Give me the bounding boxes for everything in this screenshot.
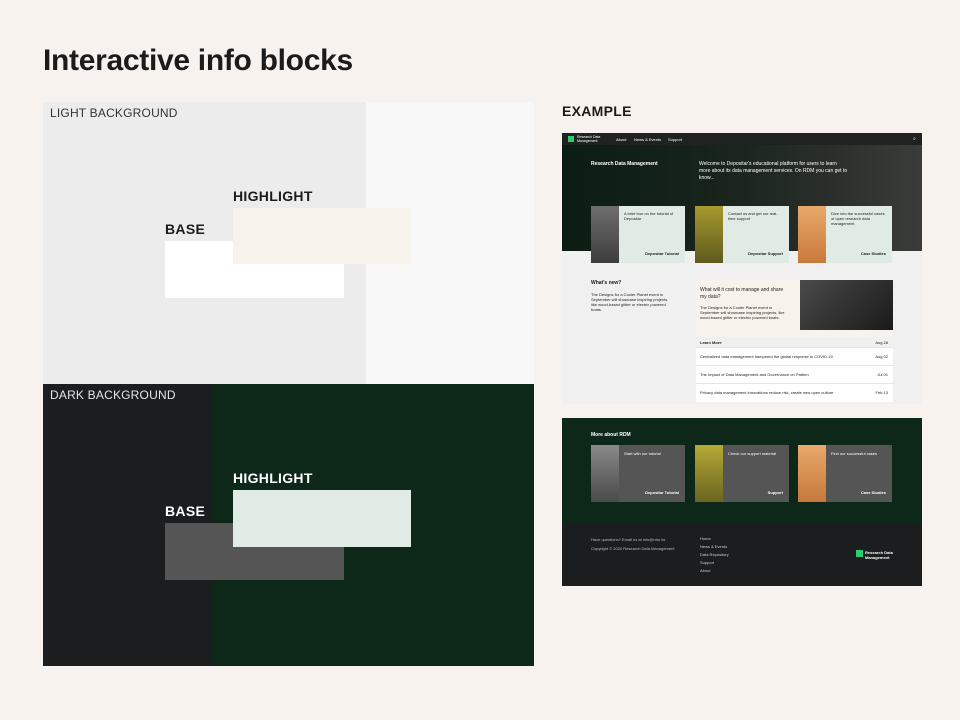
card-body: A brief tour on the tutorial of Deposita… [619,206,685,263]
news-row-date: Jul 01 [877,372,888,377]
info-card[interactable]: Dive into the successful cases of open r… [798,206,892,263]
card-link[interactable]: Support [768,490,783,495]
card-body: Dive into the successful cases of open r… [826,206,892,263]
info-card[interactable]: Contact us and get our real-time support… [695,206,789,263]
card-link[interactable]: Case Studies [861,251,886,256]
dark-base-label: BASE [165,503,206,519]
card-image [798,206,826,263]
dark-highlight-block[interactable] [233,490,411,547]
card-link[interactable]: Depositar Tutorial [645,490,679,495]
light-highlight-block[interactable] [233,208,411,264]
card-link[interactable]: Depositar Support [748,251,783,256]
brand-logo-icon [568,136,574,142]
card-body: Find our successful cases Case Studies [826,445,892,502]
search-icon[interactable]: ⌕ [913,136,916,142]
footer-link-data-repository[interactable]: Data Repository [700,552,729,557]
footer-logo-icon [856,550,863,557]
dark-highlight-label: HIGHLIGHT [233,470,313,486]
nav-item-support[interactable]: Support [668,137,682,142]
news-row-title: The Impact of Data Management and Govern… [700,372,809,377]
footer-brand: Research Data Management [865,550,893,560]
more-card[interactable]: Find our successful cases Case Studies [798,445,892,502]
hero-intro: Welcome to Depositar's educational platf… [699,161,848,181]
card-body: Start with our tutorial Depositar Tutori… [619,445,685,502]
footer-link-news-events[interactable]: News & Events [700,544,727,549]
more-card[interactable]: Check our support material Support [695,445,789,502]
nav-brand[interactable]: Research Data Management [577,135,607,143]
card-body: Check our support material Support [723,445,789,502]
footer-copyright: Copyright © 2020 Research Data Managemen… [591,546,675,551]
card-link[interactable]: Depositar Tutorial [645,251,679,256]
example-more-section-mock: More about RDM Start with our tutorial D… [562,418,922,523]
featured-image [800,280,893,330]
news-row-date: Feb 13 [875,390,888,395]
learn-more-link[interactable]: Learn More [700,340,722,345]
nav-item-news-events[interactable]: News & Events [634,137,661,142]
featured-date: Aug 28 [875,340,888,345]
featured-news-card[interactable]: What will it cost to manage and share my… [696,280,893,345]
featured-text: The Designs for a Cooler Planet event in… [700,305,785,320]
mock-nav-bar: Research Data Management About News & Ev… [562,133,922,145]
card-image [798,445,826,502]
news-row-title: Centralized data management hampered the… [700,354,833,359]
card-text: A brief tour on the tutorial of Deposita… [624,211,674,221]
card-body: Contact us and get our real-time support… [723,206,789,263]
footer-link-about[interactable]: About [700,568,710,573]
light-background-label: LIGHT BACKGROUND [50,106,178,120]
card-text: Contact us and get our real-time support [728,211,778,221]
card-image [591,445,619,502]
example-homepage-mock: Research Data Management About News & Ev… [562,133,922,404]
light-highlight-label: HIGHLIGHT [233,188,313,204]
footer-contact: Have questions? Email us at info@rdm.tw [591,537,666,542]
news-row[interactable]: Privacy data management innovations redu… [696,383,893,402]
featured-title: What will it cost to manage and share my… [700,287,784,300]
more-heading: More about RDM [591,432,631,438]
footer-link-home[interactable]: Home [700,536,711,541]
more-card[interactable]: Start with our tutorial Depositar Tutori… [591,445,685,502]
card-text: Find our successful cases [831,451,878,456]
card-image [695,206,723,263]
news-text: The Designs for a Cooler Planet event in… [591,292,669,312]
info-card[interactable]: A brief tour on the tutorial of Deposita… [591,206,685,263]
news-row[interactable]: The Impact of Data Management and Govern… [696,365,893,384]
news-row-title: Privacy data management innovations redu… [700,390,834,395]
dark-background-label: DARK BACKGROUND [50,388,176,402]
card-link[interactable]: Case Studies [861,490,886,495]
card-text: Check our support material [728,451,777,456]
card-text: Start with our tutorial [624,451,661,456]
example-footer-mock: Have questions? Email us at info@rdm.tw … [562,523,922,586]
page-title: Interactive info blocks [43,44,353,77]
news-heading: What's new? [591,280,622,286]
example-label: EXAMPLE [562,103,632,119]
hero-heading: Research Data Management [591,161,658,167]
nav-item-about[interactable]: About [616,137,626,142]
card-image [695,445,723,502]
news-row[interactable]: Centralized data management hampered the… [696,347,893,366]
card-image [591,206,619,263]
footer-link-support[interactable]: Support [700,560,714,565]
card-text: Dive into the successful cases of open r… [831,211,885,226]
news-row-date: Aug 02 [875,354,888,359]
light-base-label: BASE [165,221,206,237]
